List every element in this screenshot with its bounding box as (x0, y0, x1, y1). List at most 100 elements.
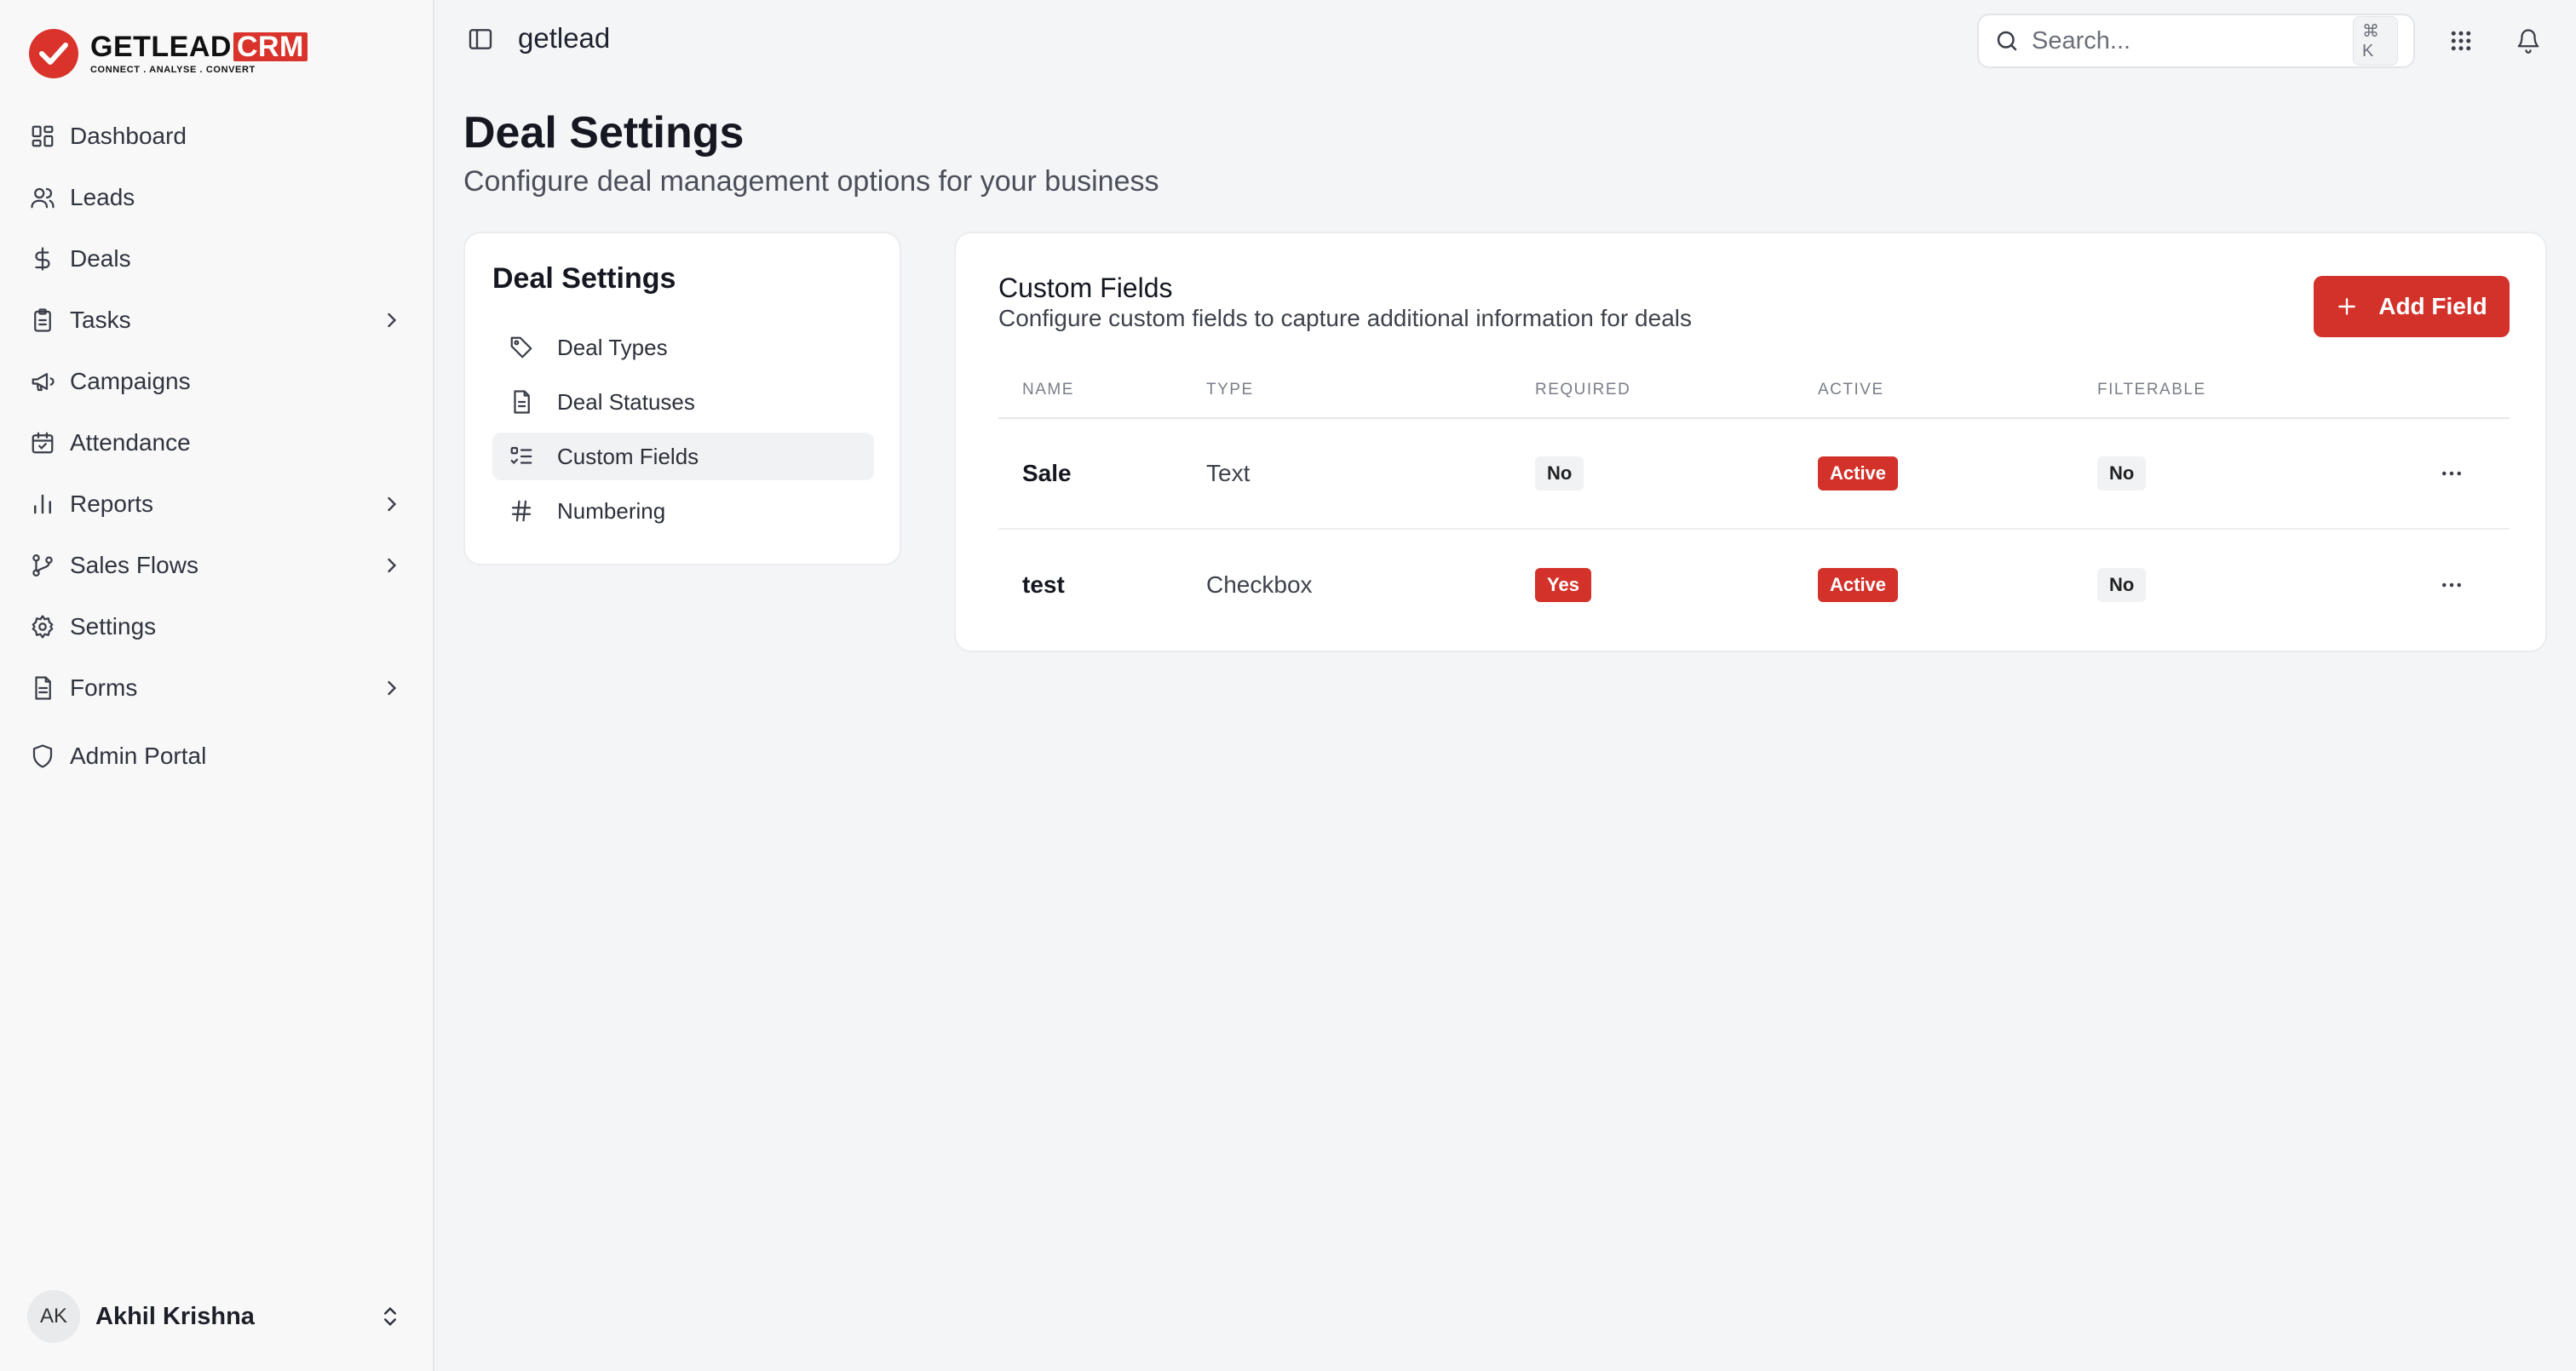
required-badge: Yes (1535, 568, 1591, 602)
sidebar-item-label: Attendance (70, 429, 191, 456)
sidebar-item-leads[interactable]: Leads (12, 167, 423, 228)
sidebar-item-dashboard[interactable]: Dashboard (12, 106, 423, 167)
chevron-right-icon (380, 554, 404, 577)
field-type: Checkbox (1206, 571, 1313, 598)
settings-menu-item-label: Deal Types (557, 334, 668, 360)
chevron-right-icon (380, 492, 404, 516)
logo-wordmark: GETLEAD CRM CONNECT . ANALYSE . CONVERT (90, 32, 308, 75)
logo-brand-name: GETLEAD (90, 31, 232, 63)
logo-tagline: CONNECT . ANALYSE . CONVERT (90, 65, 256, 75)
sidebar-item-settings[interactable]: Settings (12, 596, 423, 657)
user-menu[interactable]: AK Akhil Krishna (27, 1288, 411, 1345)
sidebar-item-label: Campaigns (70, 368, 191, 394)
clipboard-icon (29, 307, 56, 334)
grid-icon (29, 123, 56, 150)
column-header-filterable[interactable]: FILTERABLE (2097, 381, 2353, 399)
table-header: NAME TYPE REQUIRED ACTIVE FILTERABLE (998, 363, 2510, 419)
settings-menu-item-deal-statuses[interactable]: Deal Statuses (492, 378, 874, 426)
page-subtitle: Configure deal management options for yo… (463, 165, 1159, 198)
sidebar-item-label: Dashboard (70, 123, 187, 149)
workspace-name: getlead (518, 22, 611, 54)
page-title: Deal Settings (463, 108, 745, 158)
megaphone-icon (29, 368, 56, 395)
dollar-icon (29, 245, 56, 272)
chevron-right-icon (380, 676, 404, 700)
shield-icon (29, 743, 56, 770)
sidebar-item-deals[interactable]: Deals (12, 228, 423, 290)
column-header-name[interactable]: NAME (998, 381, 1206, 399)
chevrons-up-down-icon (378, 1305, 402, 1328)
column-header-active[interactable]: ACTIVE (1818, 381, 2097, 399)
apps-grid-icon (2448, 28, 2474, 54)
brand-logo[interactable]: GETLEAD CRM CONNECT . ANALYSE . CONVERT (29, 27, 308, 80)
avatar: AK (27, 1290, 80, 1343)
sidebar-item-admin-portal[interactable]: Admin Portal (12, 726, 423, 787)
settings-menu-item-custom-fields[interactable]: Custom Fields (492, 433, 874, 480)
field-name: test (1022, 571, 1065, 598)
add-field-button[interactable]: Add Field (2314, 276, 2510, 337)
row-actions-button[interactable] (2435, 456, 2469, 490)
custom-fields-table: NAME TYPE REQUIRED ACTIVE FILTERABLE Sal… (998, 363, 2510, 640)
bell-icon (2516, 28, 2541, 54)
settings-menu-item-label: Custom Fields (557, 443, 699, 469)
custom-fields-title: Custom Fields (998, 272, 1173, 303)
users-icon (29, 184, 56, 211)
row-actions-button[interactable] (2435, 568, 2469, 602)
chevron-right-icon (380, 308, 404, 332)
sidebar: GETLEAD CRM CONNECT . ANALYSE . CONVERT … (0, 0, 434, 1371)
sidebar-item-label: Tasks (70, 307, 131, 333)
more-horizontal-icon (2439, 461, 2464, 486)
field-name: Sale (1022, 460, 1072, 486)
settings-menu-item-numbering[interactable]: Numbering (492, 487, 874, 535)
more-horizontal-icon (2439, 572, 2464, 598)
logo-check-icon (29, 29, 78, 78)
active-badge: Active (1818, 568, 1899, 602)
table-row: Sale Text No Active No (998, 419, 2510, 530)
filterable-badge: No (2097, 568, 2147, 602)
sidebar-item-sales-flows[interactable]: Sales Flows (12, 535, 423, 596)
bar-chart-icon (29, 490, 56, 518)
topbar: getlead ⌘ K (436, 0, 2576, 82)
filterable-badge: No (2097, 456, 2147, 490)
notifications-button[interactable] (2511, 24, 2545, 58)
plus-icon (2336, 295, 2358, 318)
settings-menu-list: Deal Types Deal Statuses Custom Fields N… (492, 324, 874, 542)
sidebar-item-forms[interactable]: Forms (12, 657, 423, 719)
sidebar-item-label: Settings (70, 613, 157, 640)
hash-icon (508, 497, 535, 525)
search-input[interactable] (2032, 26, 2353, 55)
search-icon (1994, 28, 2020, 54)
sidebar-item-attendance[interactable]: Attendance (12, 412, 423, 473)
sidebar-item-label: Forms (70, 674, 138, 701)
user-name: Akhil Krishna (95, 1302, 255, 1330)
gear-icon (29, 613, 56, 640)
document-icon (508, 388, 535, 416)
active-badge: Active (1818, 456, 1899, 490)
logo-crm-badge: CRM (233, 32, 308, 61)
checklist-icon (508, 443, 535, 470)
search-box[interactable]: ⌘ K (1977, 14, 2415, 68)
calendar-check-icon (29, 429, 56, 456)
sidebar-item-label: Reports (70, 490, 154, 517)
column-header-required[interactable]: REQUIRED (1535, 381, 1818, 399)
settings-menu-title: Deal Settings (492, 262, 676, 295)
sidebar-item-reports[interactable]: Reports (12, 473, 423, 535)
git-branch-icon (29, 552, 56, 579)
required-badge: No (1535, 456, 1584, 490)
sidebar-item-label: Deals (70, 245, 131, 272)
custom-fields-card: Custom Fields Configure custom fields to… (954, 232, 2547, 652)
settings-menu-card: Deal Settings Deal Types Deal Statuses C… (463, 232, 901, 565)
settings-menu-item-deal-types[interactable]: Deal Types (492, 324, 874, 371)
sidebar-item-campaigns[interactable]: Campaigns (12, 351, 423, 412)
sidebar-toggle-icon[interactable] (467, 26, 497, 56)
table-row: test Checkbox Yes Active No (998, 530, 2510, 640)
settings-menu-item-label: Numbering (557, 497, 666, 524)
sidebar-nav: Dashboard Leads Deals Tasks Campaigns At… (12, 106, 423, 787)
sidebar-item-tasks[interactable]: Tasks (12, 290, 423, 351)
column-header-type[interactable]: TYPE (1206, 381, 1535, 399)
file-icon (29, 674, 56, 702)
settings-menu-item-label: Deal Statuses (557, 388, 695, 415)
add-field-label: Add Field (2378, 293, 2487, 319)
sidebar-item-label: Leads (70, 184, 135, 210)
apps-grid-button[interactable] (2444, 24, 2478, 58)
